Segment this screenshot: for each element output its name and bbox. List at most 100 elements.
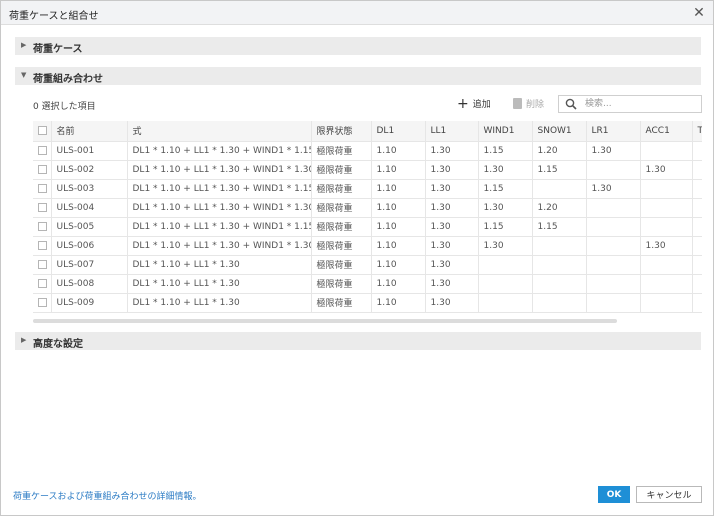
table-cell: DL1 * 1.10 + LL1 * 1.30 bbox=[127, 293, 312, 313]
checkbox[interactable] bbox=[38, 202, 47, 212]
table-cell bbox=[640, 179, 693, 199]
dialog-titlebar: 荷重ケースと組合せ ✕ bbox=[1, 1, 713, 25]
checkbox[interactable] bbox=[38, 278, 47, 288]
table-cell: DL1 * 1.10 + LL1 * 1.30 + WIND1 * 1.30 +… bbox=[127, 160, 312, 180]
ok-button[interactable]: OK bbox=[598, 486, 630, 503]
row-checkbox-cell[interactable] bbox=[33, 179, 52, 199]
table-cell bbox=[586, 255, 641, 275]
table-row[interactable]: ULS-003 DL1 * 1.10 + LL1 * 1.30 + WIND1 *… bbox=[33, 179, 702, 199]
table-cell bbox=[692, 160, 702, 180]
table-row[interactable]: ULS-007 DL1 * 1.10 + LL1 * 1.30 極限荷重 1.10 1.… bbox=[33, 255, 702, 275]
table-row[interactable]: ULS-008 DL1 * 1.10 + LL1 * 1.30 極限荷重 1.10 1.… bbox=[33, 274, 702, 294]
table-cell: ULS-009 bbox=[51, 293, 128, 313]
table-cell: 1.30 bbox=[478, 198, 533, 218]
table-cell: 1.30 bbox=[425, 274, 479, 294]
table-cell: 1.15 bbox=[478, 217, 533, 237]
table-cell bbox=[640, 255, 693, 275]
table-cell bbox=[586, 274, 641, 294]
horizontal-scrollbar[interactable] bbox=[33, 319, 617, 323]
column-header[interactable]: ACC1 bbox=[640, 121, 693, 142]
table-cell: 1.30 bbox=[640, 160, 693, 180]
table-cell: 1.30 bbox=[425, 255, 479, 275]
table-cell: 極限荷重 bbox=[311, 160, 372, 180]
column-header[interactable]: DL1 bbox=[371, 121, 426, 142]
table-cell: 1.30 bbox=[425, 236, 479, 256]
table-row[interactable]: ULS-001 DL1 * 1.10 + LL1 * 1.30 + WIND1 *… bbox=[33, 141, 702, 161]
table-cell: 1.15 bbox=[478, 141, 533, 161]
add-button[interactable]: + 追加 bbox=[457, 97, 491, 111]
table-cell bbox=[532, 274, 587, 294]
row-checkbox-cell[interactable] bbox=[33, 217, 52, 237]
select-all-checkbox[interactable] bbox=[33, 121, 52, 142]
close-icon[interactable]: ✕ bbox=[691, 5, 707, 21]
table-cell: 1.20 bbox=[532, 198, 587, 218]
column-header[interactable]: LR1 bbox=[586, 121, 641, 142]
table-cell: ULS-004 bbox=[51, 198, 128, 218]
table-cell: 1.30 bbox=[586, 141, 641, 161]
chevron-down-icon: ▼ bbox=[21, 71, 27, 79]
table-cell bbox=[532, 236, 587, 256]
table-cell: 極限荷重 bbox=[311, 217, 372, 237]
search-box[interactable] bbox=[558, 95, 702, 113]
table-cell bbox=[478, 274, 533, 294]
table-cell bbox=[586, 236, 641, 256]
checkbox[interactable] bbox=[38, 240, 47, 250]
table-row[interactable]: ULS-009 DL1 * 1.10 + LL1 * 1.30 極限荷重 1.10 1.… bbox=[33, 293, 702, 313]
table-cell: 1.30 bbox=[586, 179, 641, 199]
table-cell bbox=[640, 293, 693, 313]
table-cell bbox=[532, 293, 587, 313]
details-link[interactable]: 荷重ケースおよび荷重組み合わせの詳細情報。 bbox=[13, 489, 202, 502]
checkbox[interactable] bbox=[38, 183, 47, 193]
dialog-title: 荷重ケースと組合せ bbox=[9, 11, 99, 22]
row-checkbox-cell[interactable] bbox=[33, 198, 52, 218]
table-cell: DL1 * 1.10 + LL1 * 1.30 bbox=[127, 274, 312, 294]
section-load-case-label: 荷重ケース bbox=[33, 44, 83, 55]
checkbox[interactable] bbox=[38, 259, 47, 269]
checkbox[interactable] bbox=[38, 145, 47, 155]
column-header[interactable]: 式 bbox=[127, 121, 312, 142]
table-cell: 1.30 bbox=[425, 217, 479, 237]
section-advanced[interactable]: ▶ 高度な設定 bbox=[15, 332, 701, 350]
column-header[interactable]: 名前 bbox=[51, 121, 128, 142]
table-row[interactable]: ULS-004 DL1 * 1.10 + LL1 * 1.30 + WIND1 *… bbox=[33, 198, 702, 218]
section-combination[interactable]: ▼ 荷重組み合わせ bbox=[15, 67, 701, 85]
table-cell: 1.15 bbox=[478, 179, 533, 199]
table-cell bbox=[586, 217, 641, 237]
table-cell: 極限荷重 bbox=[311, 179, 372, 199]
table-row[interactable]: ULS-002 DL1 * 1.10 + LL1 * 1.30 + WIND1 *… bbox=[33, 160, 702, 180]
delete-button[interactable]: 削除 bbox=[513, 97, 544, 110]
table-cell: ULS-005 bbox=[51, 217, 128, 237]
section-load-case[interactable]: ▶ 荷重ケース bbox=[15, 37, 701, 55]
table-cell: 1.10 bbox=[371, 217, 426, 237]
table-row[interactable]: ULS-006 DL1 * 1.10 + LL1 * 1.30 + WIND1 *… bbox=[33, 236, 702, 256]
search-input[interactable] bbox=[585, 98, 697, 110]
column-header[interactable]: 限界状態 bbox=[311, 121, 372, 142]
row-checkbox-cell[interactable] bbox=[33, 293, 52, 313]
table-cell bbox=[532, 255, 587, 275]
row-checkbox-cell[interactable] bbox=[33, 255, 52, 275]
table-cell bbox=[692, 255, 702, 275]
checkbox[interactable] bbox=[38, 125, 47, 135]
checkbox[interactable] bbox=[38, 297, 47, 307]
column-header[interactable]: SNOW1 bbox=[532, 121, 587, 142]
table-cell: 極限荷重 bbox=[311, 255, 372, 275]
table-cell: 1.10 bbox=[371, 198, 426, 218]
table-cell bbox=[692, 141, 702, 161]
row-checkbox-cell[interactable] bbox=[33, 141, 52, 161]
row-checkbox-cell[interactable] bbox=[33, 236, 52, 256]
column-header[interactable]: LL1 bbox=[425, 121, 479, 142]
table-cell bbox=[532, 179, 587, 199]
cancel-button[interactable]: キャンセル bbox=[636, 486, 702, 503]
table-cell: 極限荷重 bbox=[311, 198, 372, 218]
table-cell: 1.30 bbox=[478, 160, 533, 180]
trash-icon bbox=[513, 98, 522, 109]
table-cell bbox=[640, 217, 693, 237]
table-row[interactable]: ULS-005 DL1 * 1.10 + LL1 * 1.30 + WIND1 *… bbox=[33, 217, 702, 237]
row-checkbox-cell[interactable] bbox=[33, 160, 52, 180]
row-checkbox-cell[interactable] bbox=[33, 274, 52, 294]
table-cell: 極限荷重 bbox=[311, 274, 372, 294]
column-header[interactable]: WIND1 bbox=[478, 121, 533, 142]
column-header[interactable]: T bbox=[692, 121, 702, 142]
checkbox[interactable] bbox=[38, 221, 47, 231]
checkbox[interactable] bbox=[38, 164, 47, 174]
